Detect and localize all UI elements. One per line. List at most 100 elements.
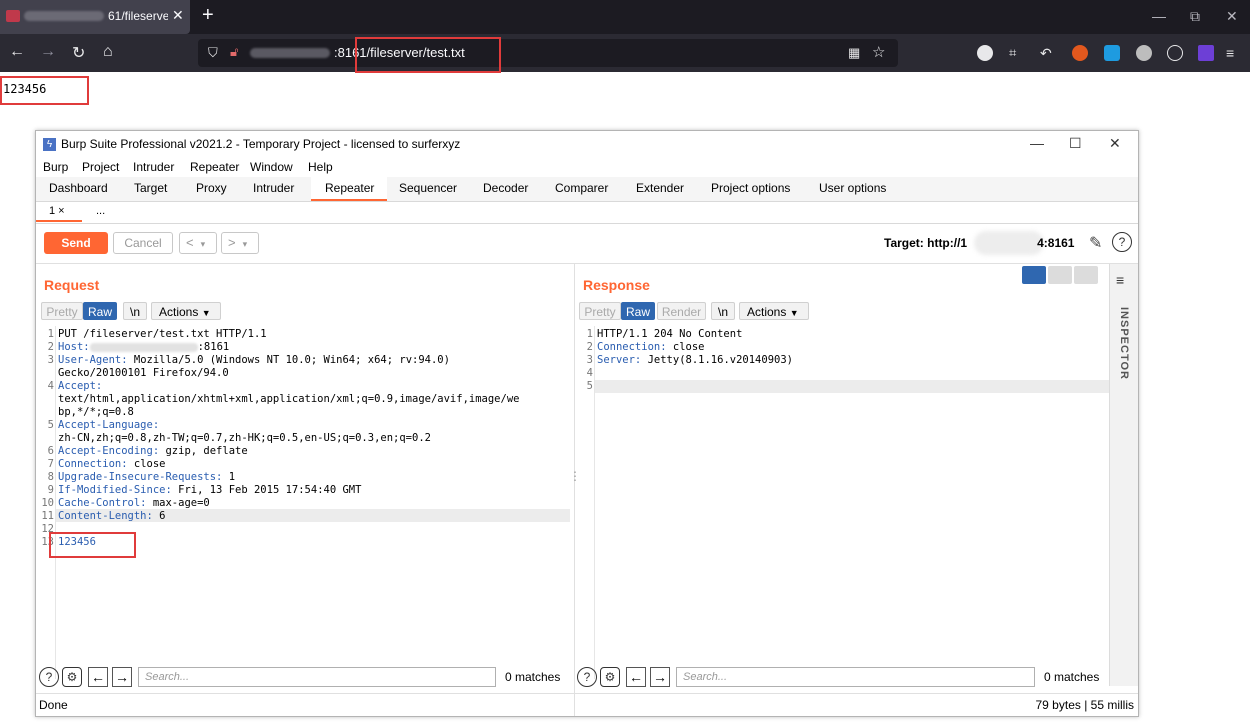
settings-gear-icon[interactable]: ⚙ (600, 667, 620, 687)
burp-minimize-icon[interactable]: — (1030, 135, 1044, 151)
extension-circle-icon[interactable] (1167, 45, 1183, 61)
qr-code-icon[interactable]: ▦ (848, 45, 860, 61)
back-icon[interactable]: ← (9, 43, 25, 61)
redacted-host (89, 342, 198, 352)
menu-intruder[interactable]: Intruder (133, 160, 174, 174)
menu-burp[interactable]: Burp (43, 160, 68, 174)
new-tab-button[interactable]: + (202, 4, 214, 27)
layout-horizontal-icon[interactable] (1048, 266, 1072, 284)
tab-comparer[interactable]: Comparer (555, 181, 608, 195)
header-name: User-Agent: (58, 354, 128, 366)
burp-maximize-icon[interactable]: ☐ (1069, 135, 1082, 152)
extension-e-icon[interactable] (977, 45, 993, 61)
help-icon[interactable]: ? (1112, 232, 1132, 252)
response-render-button[interactable]: Render (657, 302, 706, 320)
settings-gear-icon[interactable]: ⚙ (62, 667, 82, 687)
line-number: 10 (41, 497, 54, 509)
request-search-input[interactable]: Search... (138, 667, 496, 687)
tab-close-icon[interactable]: ✕ (172, 7, 184, 24)
editor-line: bp,*/*;q=0.8 (40, 406, 570, 419)
line-value: Fri, 13 Feb 2015 17:54:40 GMT (171, 484, 362, 496)
request-editor[interactable]: 1 PUT /fileserver/test.txt HTTP/1.1 2 Host:… (40, 328, 570, 549)
tab-target[interactable]: Target (134, 181, 167, 195)
cancel-button[interactable]: Cancel (113, 232, 173, 254)
layout-split-icon[interactable] (1022, 266, 1046, 284)
response-newline-button[interactable]: \n (711, 302, 735, 320)
menu-repeater[interactable]: Repeater (190, 160, 239, 174)
line-number: 3 (586, 354, 593, 366)
tab-dashboard[interactable]: Dashboard (49, 181, 108, 195)
line-value: :8161 (197, 341, 230, 353)
next-request-button[interactable]: > ▾ (221, 232, 259, 254)
tab-sequencer[interactable]: Sequencer (399, 181, 457, 195)
inspector-menu-icon[interactable]: ≡ (1116, 272, 1124, 288)
restore-icon[interactable]: ⧉ (1190, 8, 1200, 25)
header-name: Connection: (58, 458, 128, 470)
line-value: Jetty(8.1.16.v20140903) (641, 354, 793, 366)
target-label[interactable]: Target: http://1 4:8161 (884, 236, 1074, 250)
tab-intruder[interactable]: Intruder (253, 181, 294, 195)
tab-repeater[interactable]: Repeater (325, 181, 374, 195)
menu-help[interactable]: Help (308, 160, 333, 174)
bookmark-star-icon[interactable]: ☆ (872, 43, 885, 61)
send-button[interactable]: Send (44, 232, 108, 254)
line-value: close (127, 458, 166, 470)
burp-close-icon[interactable]: ✕ (1109, 135, 1121, 152)
request-raw-button[interactable]: Raw (83, 302, 117, 320)
url-bar[interactable]: ⛉ 🔓︎ :8161/fileserver/test.txt ▦ ☆ (198, 39, 898, 67)
extension-gray-icon[interactable] (1136, 45, 1152, 61)
response-raw-button[interactable]: Raw (621, 302, 655, 320)
reload-icon[interactable]: ↻ (72, 43, 85, 63)
header-name: Connection: (597, 341, 667, 353)
menu-icon[interactable]: ≡ (1226, 45, 1242, 61)
status-text: Done (39, 698, 68, 712)
tab-proxy[interactable]: Proxy (196, 181, 227, 195)
search-prev-icon[interactable]: ← (626, 667, 646, 687)
foxyproxy-icon[interactable] (1072, 45, 1088, 61)
request-actions-button[interactable]: Actions ▼ (151, 302, 221, 320)
line-value: PUT /fileserver/test.txt HTTP/1.1 (58, 328, 267, 340)
extension-blue-icon[interactable] (1104, 45, 1120, 61)
undo-icon[interactable]: ↶ (1040, 45, 1056, 61)
prev-request-button[interactable]: < ▾ (179, 232, 217, 254)
minimize-icon[interactable]: — (1152, 8, 1166, 24)
edit-target-icon[interactable]: ✎ (1089, 233, 1102, 253)
response-pretty-button[interactable]: Pretty (579, 302, 621, 320)
subtab-1[interactable]: 1 × (49, 205, 65, 217)
tab-project-options[interactable]: Project options (711, 181, 790, 195)
line-number: 4 (586, 367, 593, 379)
pane-divider[interactable] (574, 264, 575, 716)
tab-extender[interactable]: Extender (636, 181, 684, 195)
extension-purple-icon[interactable] (1198, 45, 1214, 61)
response-search-input[interactable]: Search... (676, 667, 1035, 687)
menu-project[interactable]: Project (82, 160, 119, 174)
browser-tab[interactable]: 61/fileserver/test.txt ✕ (0, 0, 190, 34)
forward-icon[interactable]: → (40, 43, 56, 61)
home-icon[interactable]: ⌂ (103, 43, 113, 61)
tab-user-options[interactable]: User options (819, 181, 886, 195)
search-next-icon[interactable]: → (112, 667, 132, 687)
request-pretty-button[interactable]: Pretty (41, 302, 83, 320)
response-editor[interactable]: 1 HTTP/1.1 204 No Content 2 Connection: clo… (579, 328, 1104, 393)
close-window-icon[interactable]: ✕ (1226, 8, 1238, 25)
insecure-lock-icon[interactable]: 🔓︎ (230, 44, 238, 60)
help-icon[interactable]: ? (577, 667, 597, 687)
layout-tabs-icon[interactable] (1074, 266, 1098, 284)
subtab-new[interactable]: ... (96, 205, 105, 217)
tab-decoder[interactable]: Decoder (483, 181, 528, 195)
crop-icon[interactable]: ⌗ (1009, 45, 1025, 61)
redacted-host (24, 11, 104, 21)
help-icon[interactable]: ? (39, 667, 59, 687)
search-prev-icon[interactable]: ← (88, 667, 108, 687)
shield-icon[interactable]: ⛉ (208, 45, 218, 61)
highlight-box-url (355, 37, 501, 73)
pane-drag-handle-icon[interactable]: ⋮ (569, 469, 581, 483)
response-actions-button[interactable]: Actions ▼ (739, 302, 809, 320)
menu-window[interactable]: Window (250, 160, 293, 174)
response-stats: 79 bytes | 55 millis (1035, 698, 1135, 712)
search-next-icon[interactable]: → (650, 667, 670, 687)
editor-line: 11 Content-Length: 6 (40, 510, 570, 523)
editor-line: 7 Connection: close (40, 458, 570, 471)
dropdown-icon: ▾ (242, 239, 248, 249)
request-newline-button[interactable]: \n (123, 302, 147, 320)
